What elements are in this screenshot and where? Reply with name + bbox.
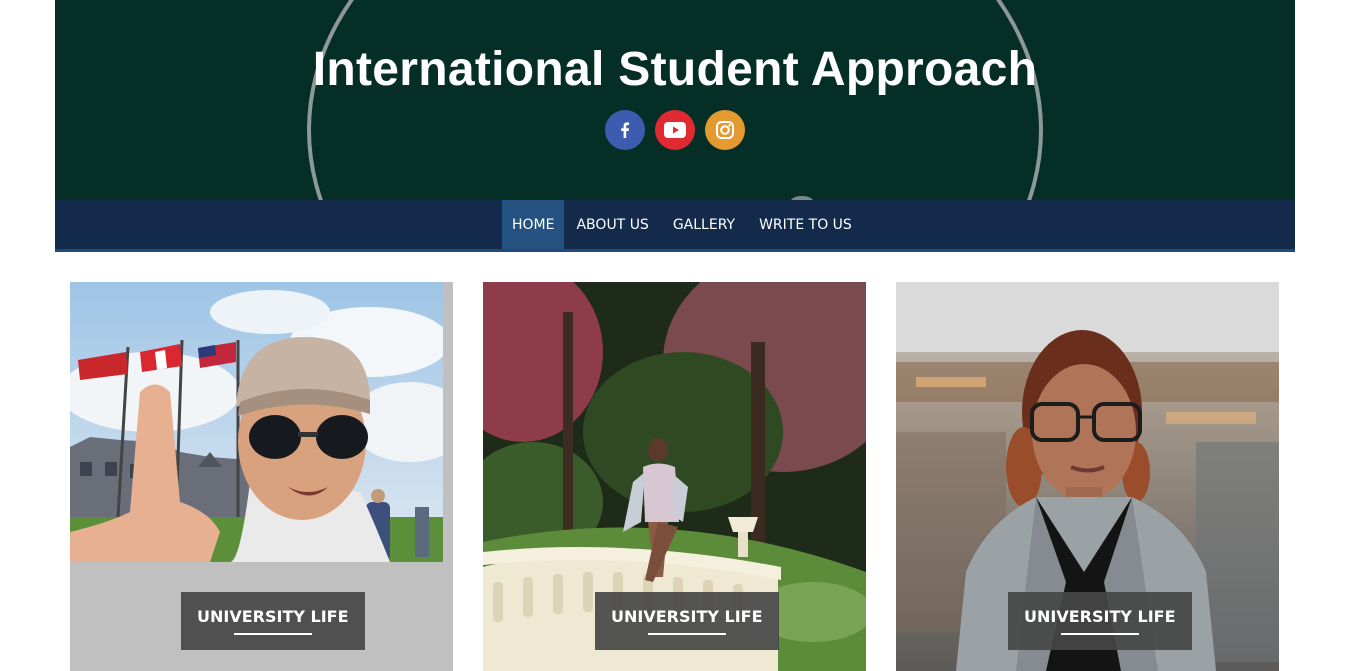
card-university-life-3[interactable]: UNIVERSITY LIFE: [896, 282, 1279, 671]
main-nav: HOME ABOUT US GALLERY WRITE TO US: [55, 200, 1295, 252]
social-links: [605, 110, 747, 152]
nav-item-gallery[interactable]: GALLERY: [661, 200, 747, 249]
site-header: International Student Approach: [55, 0, 1295, 200]
card-university-life-1[interactable]: UNIVERSITY LIFE: [70, 282, 453, 671]
site-title[interactable]: International Student Approach: [55, 42, 1295, 97]
card-label-underline: [647, 633, 726, 635]
card-label[interactable]: UNIVERSITY LIFE: [595, 592, 779, 650]
card-photo-selfie: [70, 282, 443, 562]
page: International Student Approach HOME ABOU…: [55, 0, 1295, 671]
card-label-text: UNIVERSITY LIFE: [197, 607, 349, 626]
nav-item-about-us[interactable]: ABOUT US: [564, 200, 660, 249]
youtube-link[interactable]: [655, 110, 695, 150]
nav-item-write-to-us[interactable]: WRITE TO US: [747, 200, 864, 249]
instagram-icon: [716, 121, 734, 139]
card-label-text: UNIVERSITY LIFE: [611, 607, 763, 626]
nav-menu: HOME ABOUT US GALLERY WRITE TO US: [502, 200, 864, 249]
card-label[interactable]: UNIVERSITY LIFE: [1008, 592, 1192, 650]
card-label-text: UNIVERSITY LIFE: [1024, 607, 1176, 626]
header-arc-decoration: [307, 0, 1043, 200]
instagram-link[interactable]: [705, 110, 745, 150]
card-label[interactable]: UNIVERSITY LIFE: [181, 592, 365, 650]
facebook-link[interactable]: [605, 110, 645, 150]
youtube-icon: [664, 122, 686, 138]
card-label-underline: [1060, 633, 1139, 635]
card-label-underline: [233, 633, 312, 635]
facebook-icon: [621, 122, 629, 138]
nav-item-home[interactable]: HOME: [502, 200, 565, 249]
card-university-life-2[interactable]: UNIVERSITY LIFE: [483, 282, 866, 671]
